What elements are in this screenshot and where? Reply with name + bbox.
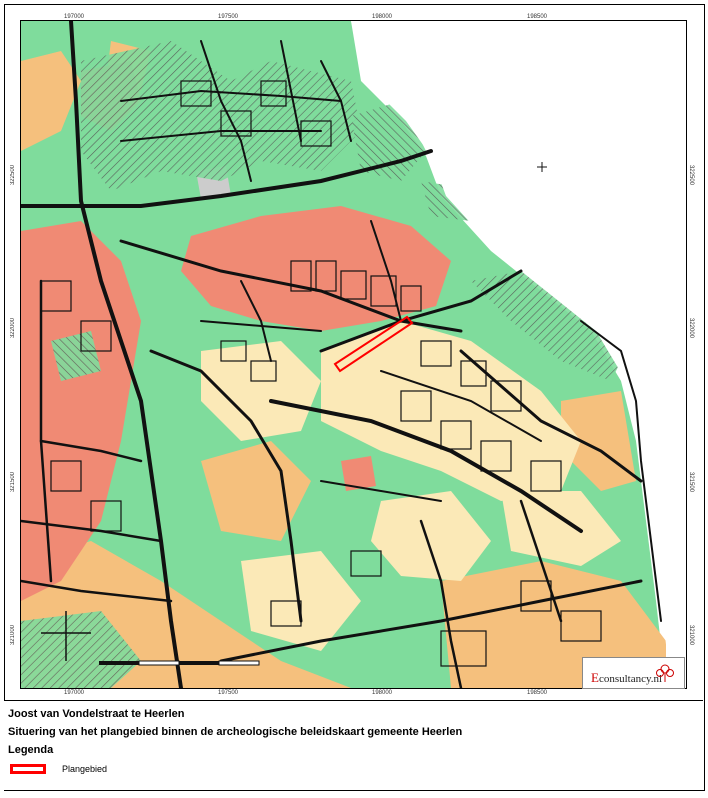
- coord-right-1: 322500: [688, 165, 694, 186]
- map-canvas: [21, 21, 686, 688]
- coord-bottom-1: 197000: [64, 690, 85, 696]
- coord-left-3: 321500: [10, 472, 16, 493]
- coord-bottom-2: 197500: [218, 690, 239, 696]
- legend-item-label: Plangebied: [62, 764, 108, 774]
- scale-bar: [99, 660, 260, 666]
- coord-right-3: 321500: [688, 472, 694, 493]
- map-title: Joost van Vondelstraat te Heerlen: [8, 708, 185, 720]
- coord-left-1: 322500: [10, 165, 16, 186]
- coord-left-2: 322000: [10, 318, 16, 339]
- archaeological-policy-map[interactable]: [20, 20, 687, 689]
- coord-right-4: 321000: [688, 625, 694, 646]
- coord-left-4: 321000: [10, 625, 16, 646]
- legend-heading: Legenda: [8, 744, 54, 756]
- plangebied-swatch: [10, 764, 46, 774]
- coord-bottom-4: 198500: [527, 690, 548, 696]
- coord-right-2: 322000: [688, 318, 694, 339]
- econsultancy-logo: Econsultancy.nl: [582, 657, 685, 689]
- flower-logo-icon: [656, 664, 674, 682]
- coord-bottom-3: 198000: [372, 690, 393, 696]
- map-subtitle: Situering van het plangebied binnen de a…: [8, 726, 463, 738]
